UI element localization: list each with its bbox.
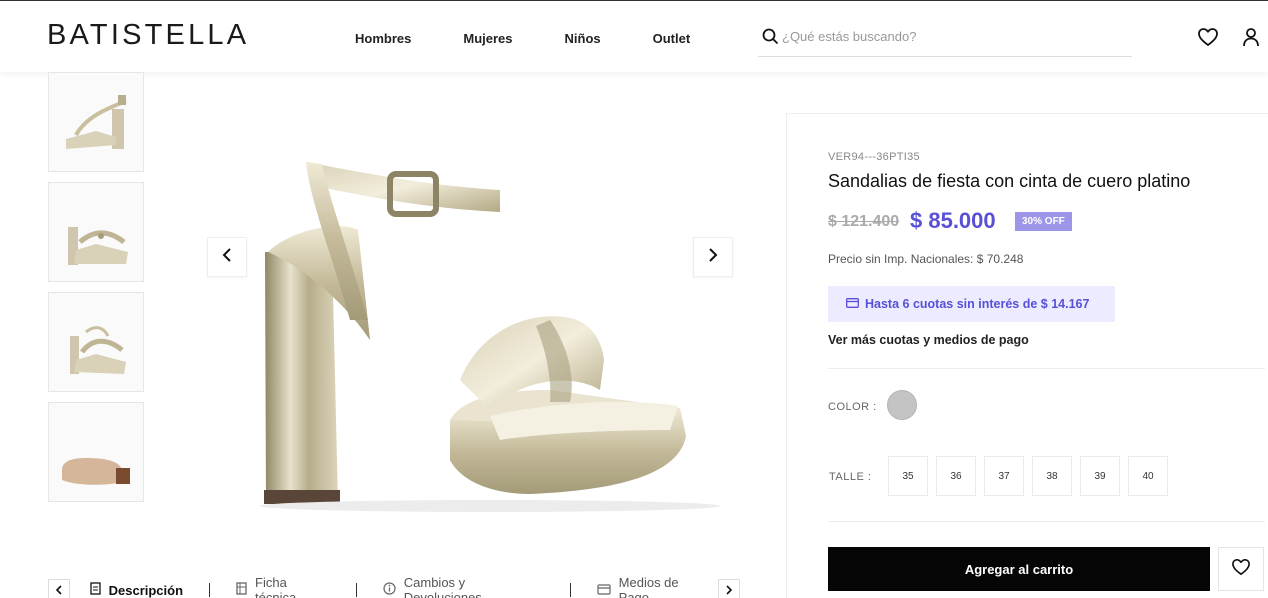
- chevron-left-icon: [55, 583, 62, 598]
- more-payment-link[interactable]: Ver más cuotas y medios de pago: [828, 333, 1029, 347]
- product-info-panel: VER94---36PTI35 Sandalias de fiesta con …: [786, 113, 1268, 598]
- tabs-prev-button[interactable]: [48, 579, 70, 598]
- nav-outlet[interactable]: Outlet: [653, 31, 691, 46]
- tab-divider: [355, 583, 357, 597]
- discount-badge: 30% OFF: [1015, 212, 1072, 231]
- heart-icon: [1231, 558, 1251, 581]
- size-option[interactable]: 35: [888, 456, 928, 496]
- tab-cambios[interactable]: Cambios y Devoluciones: [383, 575, 544, 598]
- wishlist-button[interactable]: [1218, 547, 1264, 591]
- thumbnail-3[interactable]: [48, 292, 144, 392]
- current-price: $ 85.000: [910, 208, 996, 233]
- gallery-prev-button[interactable]: [207, 237, 247, 277]
- nav-mujeres[interactable]: Mujeres: [463, 31, 512, 46]
- size-option[interactable]: 38: [1032, 456, 1072, 496]
- divider: [828, 521, 1265, 522]
- thumbnail-2[interactable]: [48, 182, 144, 282]
- old-price: $ 121.400: [828, 213, 900, 230]
- divider: [828, 368, 1265, 369]
- color-label: COLOR :: [828, 401, 877, 413]
- tab-descripcion[interactable]: Descripción: [89, 582, 184, 598]
- size-option[interactable]: 39: [1080, 456, 1120, 496]
- tab-divider: [569, 583, 571, 597]
- product-main-image: [250, 140, 740, 520]
- chevron-left-icon: [222, 247, 232, 268]
- installments-banner[interactable]: Hasta 6 cuotas sin interés de $ 14.167: [828, 286, 1115, 322]
- nav-ninos[interactable]: Niños: [565, 31, 601, 46]
- add-to-cart-button[interactable]: Agregar al carrito: [828, 547, 1210, 591]
- tabs-next-button[interactable]: [718, 579, 740, 598]
- user-icon[interactable]: [1242, 27, 1260, 52]
- tab-divider: [209, 583, 211, 597]
- size-selector: 35 36 37 38 39 40: [888, 456, 1176, 496]
- nav-hombres[interactable]: Hombres: [355, 31, 411, 46]
- info-icon: [383, 582, 396, 598]
- thumbnail-1[interactable]: [48, 72, 144, 172]
- tab-label: Ficha técnica: [255, 575, 297, 598]
- price-without-taxes: Precio sin Imp. Nacionales: $ 70.248: [828, 252, 1024, 266]
- credit-card-icon: [846, 297, 859, 311]
- installments-text: Hasta 6 cuotas sin interés de $ 14.167: [865, 297, 1090, 311]
- color-swatch[interactable]: [887, 390, 917, 420]
- main-nav: Hombres Mujeres Niños Outlet: [355, 31, 742, 46]
- tab-label: Cambios y Devoluciones: [403, 575, 482, 598]
- sheet-icon: [236, 582, 247, 598]
- thumbnail-list: [48, 72, 144, 512]
- tab-ficha-tecnica[interactable]: Ficha técnica: [236, 575, 330, 598]
- size-option[interactable]: 36: [936, 456, 976, 496]
- card-icon: [597, 583, 611, 598]
- tab-medios-de-pago[interactable]: Medios de Pago: [597, 575, 711, 598]
- product-tabs: Descripción Ficha técnica Cambios y Devo…: [48, 575, 740, 598]
- size-option[interactable]: 37: [984, 456, 1024, 496]
- brand-logo[interactable]: BATISTELLA: [47, 19, 249, 52]
- tab-label: Medios de Pago: [618, 575, 679, 598]
- search-bar: [758, 25, 1132, 57]
- search-icon[interactable]: [762, 28, 779, 50]
- site-header: BATISTELLA Hombres Mujeres Niños Outlet: [0, 0, 1268, 72]
- size-label: TALLE :: [829, 471, 872, 483]
- chevron-right-icon: [726, 583, 733, 598]
- document-icon: [89, 582, 101, 598]
- product-title: Sandalias de fiesta con cinta de cuero p…: [828, 171, 1191, 191]
- product-sku: VER94---36PTI35: [828, 151, 920, 163]
- size-option[interactable]: 40: [1128, 456, 1168, 496]
- search-input[interactable]: [782, 29, 1122, 44]
- thumbnail-4[interactable]: [48, 402, 144, 502]
- tab-label: Descripción: [108, 582, 184, 598]
- heart-icon[interactable]: [1197, 27, 1219, 52]
